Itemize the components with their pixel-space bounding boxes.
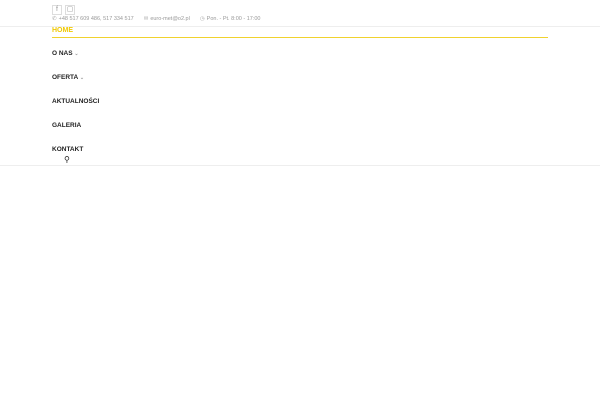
nav-label: O NAS [52,50,73,57]
chevron-down-icon: ⌄ [79,75,85,81]
nav-item-aktualnosci[interactable]: AKTUALNOŚCI [52,98,99,105]
social-links: f ▢ [52,5,75,15]
contact-info: ✆ +48 517 609 486, 517 334 517 ✉ euro-met@… [52,16,260,22]
email-icon: ✉ [143,16,149,22]
nav-item-home[interactable]: HOME [52,26,548,38]
social-icon[interactable]: ▢ [65,5,75,15]
search-icon[interactable]: ⚲ [64,155,70,164]
hours-text: Pon. - Pt. 8:00 - 17:00 [206,16,261,22]
email-link[interactable]: euro-met@o2.pl [150,16,190,22]
nav-label: OFERTA [52,74,78,81]
main-nav: HOME O NAS ⌄ OFERTA ⌄ AKTUALNOŚCI GALERI… [52,26,548,153]
nav-item-galeria[interactable]: GALERIA [52,122,81,129]
phone-icon: ✆ [52,16,57,22]
header-divider [0,165,600,166]
facebook-icon[interactable]: f [52,5,62,15]
phone-text: +48 517 609 486, 517 334 517 [58,16,134,22]
nav-item-o-nas[interactable]: O NAS ⌄ [52,50,79,57]
chevron-down-icon: ⌄ [74,51,79,57]
clock-icon: ◷ [199,16,205,22]
top-bar: f ▢ ✆ +48 517 609 486, 517 334 517 ✉ euro-… [0,0,600,27]
nav-item-kontakt[interactable]: KONTAKT [52,146,83,153]
nav-item-oferta[interactable]: OFERTA ⌄ [52,74,84,81]
